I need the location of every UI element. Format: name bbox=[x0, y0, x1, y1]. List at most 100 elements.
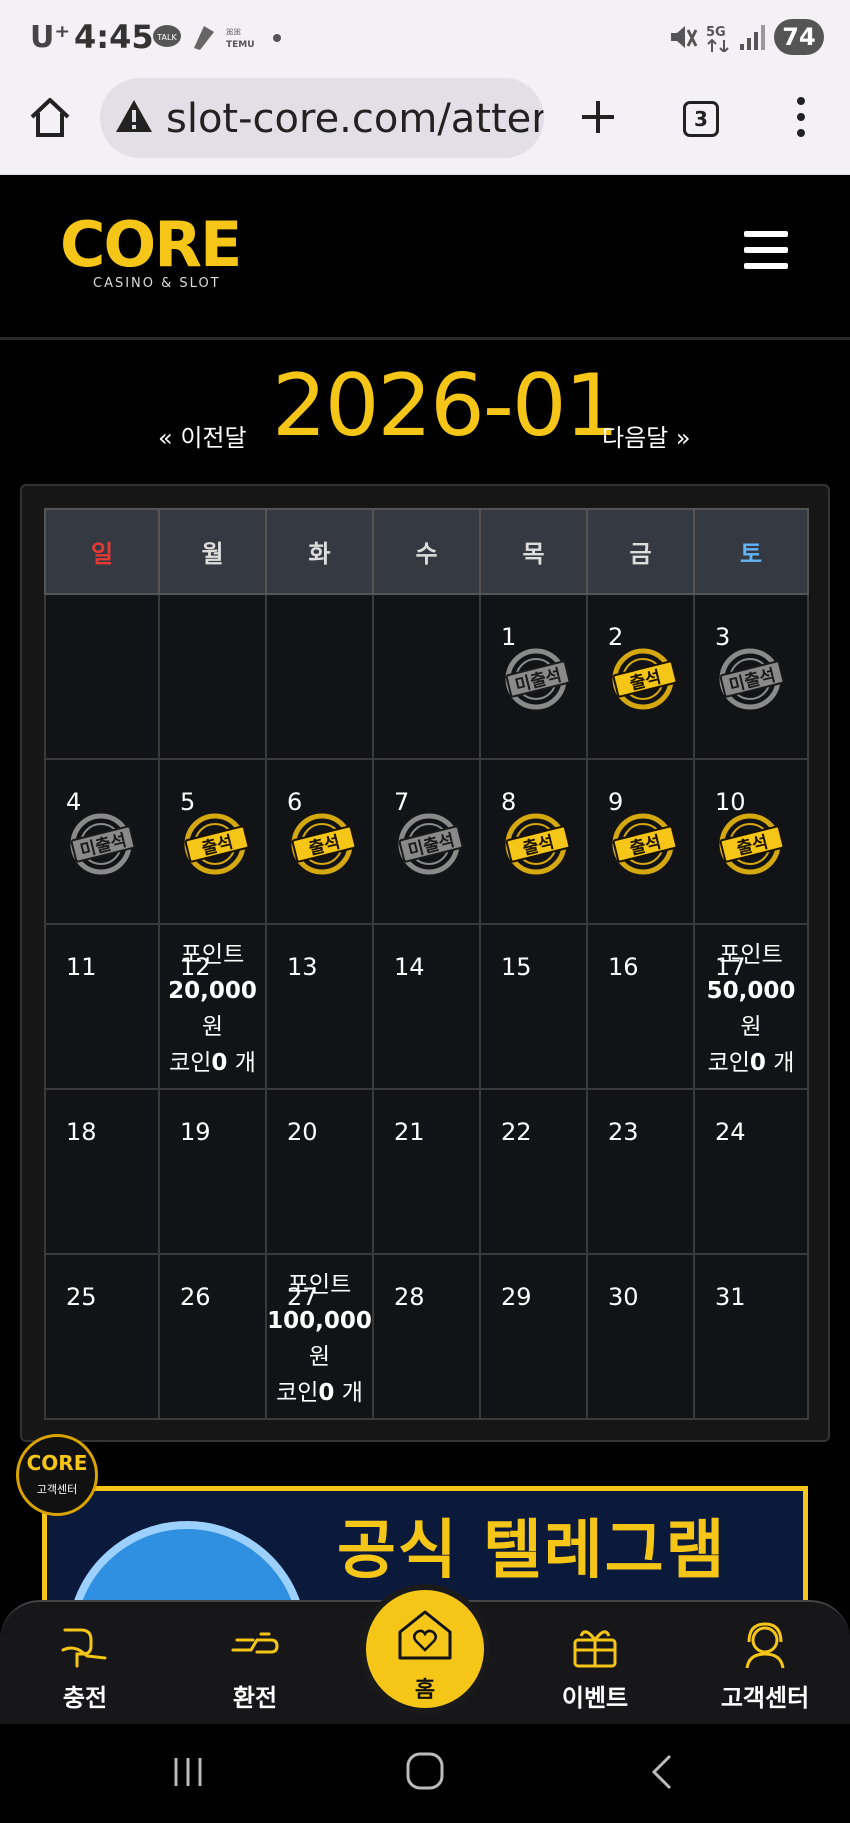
url-text: slot-core.com/atter bbox=[166, 96, 544, 142]
day-number: 22 bbox=[501, 1118, 532, 1146]
nav-event-label: 이벤트 bbox=[561, 1684, 629, 1712]
carrier-label: U⁺ bbox=[30, 20, 71, 55]
logo-subtext: CASINO & SLOT bbox=[93, 276, 221, 291]
notification-app-icon bbox=[194, 26, 214, 50]
reward-coin-unit: 개 bbox=[341, 1380, 363, 1406]
nav-support[interactable]: 고객센터 bbox=[700, 1620, 830, 1713]
recent-apps-icon[interactable] bbox=[168, 1752, 208, 1792]
reward-coin-amount: 0 bbox=[211, 1050, 228, 1076]
weekday-header: 월 bbox=[158, 508, 267, 595]
attended-stamp-icon: 출석 bbox=[178, 812, 252, 876]
reward-point-amount: 100,000 bbox=[267, 1308, 372, 1334]
reward-coin-amount: 0 bbox=[749, 1050, 766, 1076]
calendar-day-cell: 24 bbox=[693, 1088, 809, 1255]
weekday-header: 일 bbox=[44, 508, 160, 595]
svg-text:5G: 5G bbox=[706, 25, 726, 40]
warning-icon bbox=[116, 100, 152, 132]
calendar-day-cell: 14 bbox=[372, 923, 481, 1090]
support-badge[interactable]: CORE 고객센터 bbox=[16, 1434, 98, 1516]
calendar-day-cell: 20 bbox=[265, 1088, 374, 1255]
home-system-icon[interactable] bbox=[404, 1750, 448, 1794]
attended-stamp-icon: 출석 bbox=[606, 812, 680, 876]
calendar-day-cell: 31 bbox=[693, 1253, 809, 1420]
calendar-day-cell: 26 bbox=[158, 1253, 267, 1420]
day-number: 31 bbox=[715, 1283, 746, 1311]
month-title: 2026-01 bbox=[272, 356, 619, 456]
day-number: 20 bbox=[287, 1118, 318, 1146]
status-bar: U⁺ 4:45 TALK ꕤꕤ TEMU 5G 74 bbox=[0, 0, 850, 75]
nav-withdraw[interactable]: 환전 bbox=[190, 1620, 320, 1713]
weekday-header: 목 bbox=[479, 508, 588, 595]
calendar-day-cell: 8 출석 bbox=[479, 758, 588, 925]
attended-stamp-icon: 출석 bbox=[606, 647, 680, 711]
calendar-week-row: 25 26 27 포인트 100,000 원 코인0 개 28 29 30 31 bbox=[44, 1253, 809, 1420]
reward-point-unit: 원 bbox=[308, 1344, 331, 1370]
calendar-empty-cell bbox=[158, 593, 267, 760]
reward-info: 포인트 50,000 원 코인0 개 bbox=[695, 937, 807, 1081]
reward-coin-label: 코인 bbox=[276, 1380, 319, 1406]
nav-support-label: 고객센터 bbox=[720, 1684, 810, 1712]
day-number: 18 bbox=[66, 1118, 97, 1146]
status-time: 4:45 bbox=[74, 18, 154, 56]
calendar-day-cell: 22 bbox=[479, 1088, 588, 1255]
reward-point-unit: 원 bbox=[740, 1014, 762, 1040]
calendar-day-cell: 4 미출석 bbox=[44, 758, 160, 925]
nav-home-button[interactable]: 홈 bbox=[360, 1584, 490, 1714]
signal-icon bbox=[740, 25, 765, 50]
reward-coin-label: 코인 bbox=[169, 1050, 212, 1076]
calendar-day-cell: 11 bbox=[44, 923, 160, 1090]
calendar-day-cell: 28 bbox=[372, 1253, 481, 1420]
gift-icon bbox=[573, 1630, 617, 1668]
calendar-day-cell: 29 bbox=[479, 1253, 588, 1420]
weekday-header: 수 bbox=[372, 508, 481, 595]
calendar-day-cell: 7 미출석 bbox=[372, 758, 481, 925]
reward-point-amount: 50,000 bbox=[706, 978, 796, 1004]
calendar-day-cell: 5 출석 bbox=[158, 758, 267, 925]
svg-text:TEMU: TEMU bbox=[226, 40, 255, 50]
calendar-day-cell: 16 bbox=[586, 923, 695, 1090]
calendar-day-cell: 19 bbox=[158, 1088, 267, 1255]
day-number: 24 bbox=[715, 1118, 746, 1146]
support-agent-icon bbox=[745, 1622, 785, 1669]
network-5g-icon: 5G bbox=[706, 25, 729, 52]
calendar-day-cell: 18 bbox=[44, 1088, 160, 1255]
nav-event[interactable]: 이벤트 bbox=[530, 1620, 660, 1713]
nav-withdraw-label: 환전 bbox=[232, 1684, 278, 1712]
calendar-day-cell: 15 bbox=[479, 923, 588, 1090]
nav-deposit-label: 충전 bbox=[62, 1684, 108, 1712]
month-navigation: « 이전달 2026-01 다음달 » bbox=[0, 356, 850, 466]
reward-point-label: 포인트 bbox=[180, 942, 245, 968]
calendar-day-cell: 17 포인트 50,000 원 코인0 개 bbox=[693, 923, 809, 1090]
tab-switcher-button[interactable]: 3 bbox=[683, 101, 719, 137]
calendar-day-cell: 21 bbox=[372, 1088, 481, 1255]
day-number: 11 bbox=[66, 953, 97, 981]
weekday-header: 토 bbox=[693, 508, 809, 595]
absent-stamp-icon: 미출석 bbox=[64, 812, 138, 876]
day-number: 29 bbox=[501, 1283, 532, 1311]
calendar-body: 1 미출석 2 출석 3 미출석 4 미출석 5 출석 6 출석 7 미출석 8 출석 9 출석 10 출석 11 12 포… bbox=[44, 593, 809, 1420]
calendar-day-cell: 27 포인트 100,000 원 코인0 개 bbox=[265, 1253, 374, 1420]
site-logo[interactable]: CORE CASINO & SLOT bbox=[60, 214, 250, 294]
day-number: 30 bbox=[608, 1283, 639, 1311]
url-bar[interactable]: slot-core.com/atter bbox=[100, 78, 544, 158]
next-month-link[interactable]: 다음달 » bbox=[602, 418, 691, 453]
prev-month-link[interactable]: « 이전달 bbox=[158, 418, 247, 453]
battery-indicator: 74 bbox=[774, 19, 824, 55]
attended-stamp-icon: 출석 bbox=[499, 812, 573, 876]
calendar-empty-cell bbox=[372, 593, 481, 760]
calendar-day-cell: 10 출석 bbox=[693, 758, 809, 925]
overflow-menu-icon[interactable] bbox=[786, 95, 816, 139]
calendar-day-cell: 2 출석 bbox=[586, 593, 695, 760]
hamburger-menu-icon[interactable] bbox=[744, 231, 790, 271]
day-number: 13 bbox=[287, 953, 318, 981]
attendance-calendar: 일월화수목금토 1 미출석 2 출석 3 미출석 4 미출석 5 출석 6 출석 7 미출석 8 출석 9 출석 1… bbox=[20, 484, 830, 1442]
reward-info: 포인트 100,000 원 코인0 개 bbox=[267, 1267, 372, 1411]
calendar-table: 일월화수목금토 1 미출석 2 출석 3 미출석 4 미출석 5 출석 6 출석 7 미출석 8 출석 9 출석 1… bbox=[44, 508, 809, 1420]
day-number: 25 bbox=[66, 1283, 97, 1311]
calendar-week-row: 11 12 포인트 20,000 원 코인0 개 13 14 15 16 17 포인트 50,000 … bbox=[44, 923, 809, 1090]
nav-deposit[interactable]: 충전 bbox=[20, 1620, 150, 1713]
home-icon[interactable] bbox=[28, 95, 72, 139]
new-tab-icon[interactable] bbox=[578, 97, 618, 137]
back-icon[interactable] bbox=[648, 1752, 678, 1792]
calendar-day-cell: 12 포인트 20,000 원 코인0 개 bbox=[158, 923, 267, 1090]
